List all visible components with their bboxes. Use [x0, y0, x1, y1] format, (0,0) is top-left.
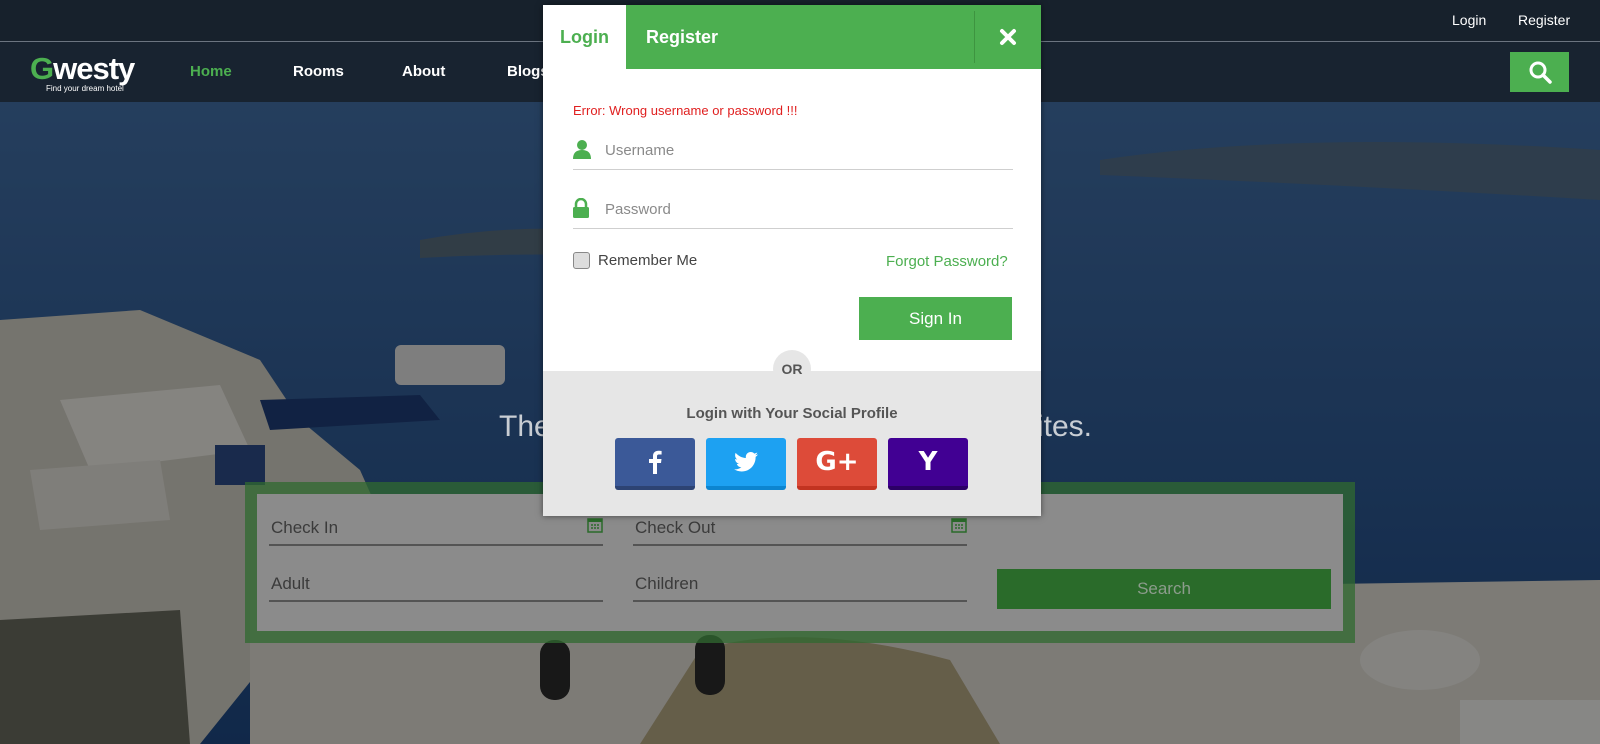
- password-input[interactable]: [603, 196, 1007, 222]
- logo-tagline: Find your dream hotel: [46, 84, 124, 93]
- sign-in-button[interactable]: Sign In: [859, 297, 1012, 340]
- google-plus-icon: G+: [815, 447, 859, 477]
- top-login-link[interactable]: Login: [1452, 12, 1486, 28]
- check-in-label: Check In: [271, 518, 339, 537]
- nav-about[interactable]: About: [402, 63, 445, 80]
- children-field[interactable]: Children: [633, 562, 967, 602]
- top-register-link[interactable]: Register: [1518, 12, 1570, 28]
- twitter-login-button[interactable]: [706, 438, 786, 490]
- error-message: Error: Wrong username or password !!!: [573, 103, 798, 118]
- booking-search-button[interactable]: Search: [997, 569, 1331, 609]
- social-login-title: Login with Your Social Profile: [686, 405, 898, 422]
- children-label: Children: [635, 574, 699, 593]
- close-icon: [1000, 29, 1016, 45]
- nav-home[interactable]: Home: [190, 63, 232, 80]
- username-input[interactable]: [603, 137, 1007, 163]
- password-field: [573, 192, 1013, 229]
- yahoo-login-button[interactable]: Y: [888, 438, 968, 490]
- facebook-icon: [649, 450, 662, 474]
- calendar-icon[interactable]: [951, 517, 967, 533]
- google-plus-login-button[interactable]: G+: [797, 438, 877, 490]
- logo[interactable]: Gwesty Find your dream hotel: [30, 51, 150, 93]
- search-icon: [1529, 61, 1552, 84]
- close-button[interactable]: [975, 5, 1041, 69]
- tab-register[interactable]: Register: [626, 5, 754, 69]
- remember-checkbox[interactable]: [573, 252, 590, 269]
- or-separator: OR: [773, 350, 811, 388]
- header-search-button[interactable]: [1510, 52, 1569, 92]
- login-modal: Login Register Error: Wrong username or …: [543, 5, 1041, 516]
- user-icon: [573, 140, 591, 159]
- adult-field[interactable]: Adult: [269, 562, 603, 602]
- tab-login[interactable]: Login: [543, 5, 626, 69]
- twitter-icon: [734, 452, 758, 472]
- check-out-label: Check Out: [635, 518, 716, 537]
- remember-me[interactable]: Remember Me: [573, 252, 697, 269]
- facebook-login-button[interactable]: [615, 438, 695, 490]
- calendar-icon[interactable]: [587, 517, 603, 533]
- yahoo-icon: Y: [918, 447, 938, 477]
- logo-wordmark: Gwesty: [30, 51, 135, 86]
- remember-label: Remember Me: [598, 252, 698, 269]
- username-field: [573, 133, 1013, 170]
- modal-tabs: Login Register: [543, 5, 1041, 69]
- nav-rooms[interactable]: Rooms: [293, 63, 344, 80]
- lock-icon: [573, 198, 589, 218]
- forgot-password-link[interactable]: Forgot Password?: [886, 253, 1008, 270]
- adult-label: Adult: [271, 574, 310, 593]
